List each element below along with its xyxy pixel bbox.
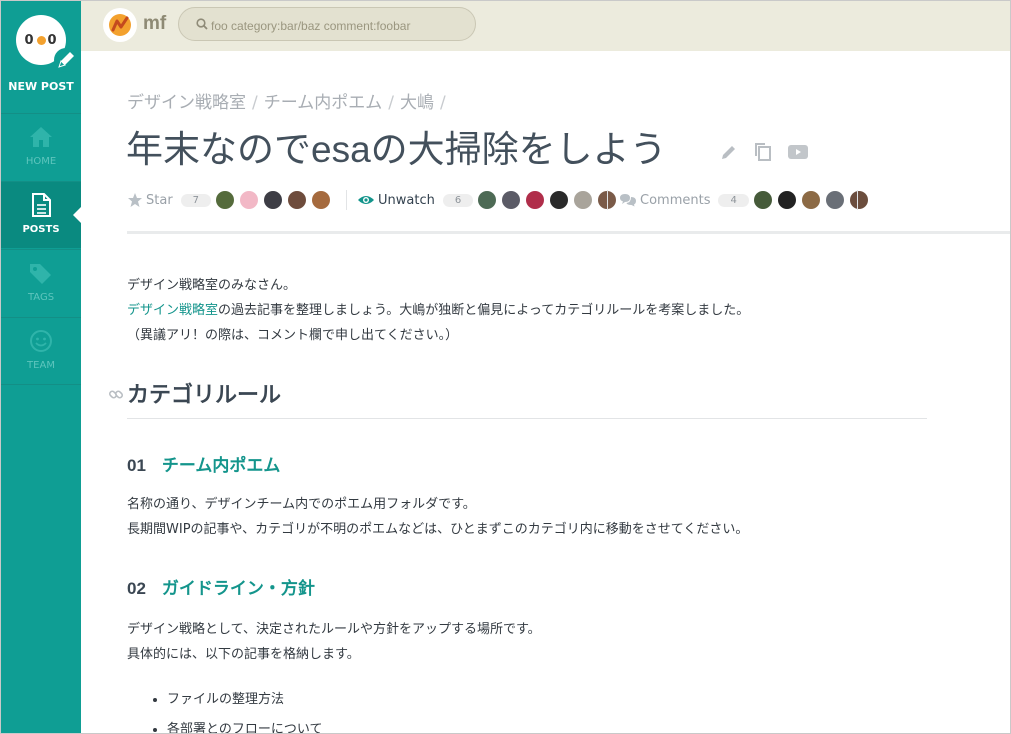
- top-bar: mf: [81, 1, 1010, 51]
- avatar[interactable]: [312, 191, 331, 209]
- post-actions: Star 7 Unwatch 6 Comments 4: [127, 189, 868, 211]
- search-input[interactable]: [209, 16, 473, 36]
- intro-line: （異議アリ！の際は、コメント欄で申し出てください。）: [127, 328, 459, 343]
- breadcrumb-separator: /: [252, 93, 258, 113]
- sidebar-item-label: POSTS: [22, 224, 60, 235]
- breadcrumb-separator: /: [388, 93, 394, 113]
- smiley-icon: [30, 330, 52, 352]
- comments-count: 4: [718, 193, 749, 207]
- avatar[interactable]: [216, 191, 235, 209]
- home-icon: [30, 127, 52, 147]
- breadcrumb: デザイン戦略室 / チーム内ポエム / 大嶋 /: [127, 88, 452, 113]
- body-line: 名称の通り、デザインチーム内でのポエム用フォルダです。: [127, 497, 476, 512]
- list-item: 各部署とのフローについて: [167, 715, 322, 733]
- subsection-number: 02: [127, 579, 146, 598]
- tags-icon: [30, 264, 51, 284]
- sidebar-item-label: HOME: [25, 156, 57, 167]
- body-line: 具体的には、以下の記事を格納します。: [127, 647, 360, 662]
- divider: [346, 190, 347, 210]
- team-logo-icon[interactable]: [103, 8, 137, 42]
- avatar[interactable]: [801, 191, 820, 209]
- list-item: ファイルの整理方法: [167, 685, 322, 715]
- heading-rule: [127, 418, 927, 419]
- avatar[interactable]: [574, 191, 593, 209]
- copy-icon[interactable]: [752, 141, 774, 163]
- star-label: Star: [146, 192, 173, 208]
- divider: [857, 190, 858, 210]
- avatar[interactable]: [849, 191, 868, 209]
- category-link[interactable]: デザイン戦略室: [127, 303, 218, 318]
- sidebar-item-home[interactable]: HOME: [1, 113, 81, 180]
- breadcrumb-item[interactable]: 大嶋: [400, 93, 434, 113]
- anchor-link-icon[interactable]: [108, 387, 124, 403]
- subsection-body: 名称の通り、デザインチーム内でのポエム用フォルダです。 長期間WIPの記事や、カ…: [127, 492, 748, 542]
- sidebar-item-tags[interactable]: TAGS: [1, 249, 81, 316]
- eye-icon: [358, 196, 374, 204]
- sidebar-item-label: TAGS: [27, 292, 55, 303]
- intro-text: の過去記事を整理しましょう。大嶋が独断と偏見によってカテゴリルールを考案しました…: [218, 303, 750, 318]
- new-post-button[interactable]: 00 NEW POST: [1, 1, 81, 113]
- avatar[interactable]: [288, 191, 307, 209]
- subsection-heading: 01 チーム内ポエム: [127, 451, 280, 476]
- avatar[interactable]: [526, 191, 545, 209]
- slideshow-icon[interactable]: [787, 142, 809, 162]
- body-line: デザイン戦略として、決定されたルールや方針をアップする場所です。: [127, 622, 541, 637]
- sidebar-item-label: TEAM: [27, 360, 55, 371]
- window: 00 NEW POST HOME POSTS TAGS TEAM mf foo …: [0, 0, 1011, 734]
- bullet-list: ファイルの整理方法 各部署とのフローについて: [149, 685, 322, 733]
- edit-pencil-icon[interactable]: [719, 142, 739, 162]
- avatar[interactable]: [825, 191, 844, 209]
- post-view: デザイン戦略室 / チーム内ポエム / 大嶋 / 年末なのでesaの大掃除をしよう Sta…: [81, 51, 1010, 733]
- team-name[interactable]: mf: [143, 13, 166, 35]
- watch-count: 6: [442, 193, 474, 207]
- sidebar: 00 NEW POST HOME POSTS TAGS TEAM: [1, 1, 82, 733]
- body-line: 長期間WIPの記事や、カテゴリが不明のポエムなどは、ひとまずこのカテゴリ内に移動…: [127, 522, 749, 537]
- breadcrumb-separator: /: [439, 93, 446, 113]
- intro-line: デザイン戦略室のみなさん。: [127, 278, 297, 293]
- page-title: 年末なのでesaの大掃除をしよう: [126, 129, 667, 170]
- subsection-heading: 02 ガイドライン・方針: [127, 574, 315, 599]
- header-divider: [127, 231, 1010, 234]
- comments-button[interactable]: Comments 4: [619, 189, 874, 211]
- star-count: 7: [180, 193, 212, 207]
- unwatch-button[interactable]: Unwatch 6: [357, 189, 622, 211]
- avatar[interactable]: [240, 191, 259, 209]
- star-button[interactable]: Star 7: [127, 189, 336, 211]
- breadcrumb-item[interactable]: デザイン戦略室: [127, 93, 246, 113]
- section-heading: カテゴリルール: [127, 382, 282, 407]
- avatar[interactable]: [777, 191, 796, 209]
- subsection-title: ガイドライン・方針: [161, 579, 315, 598]
- avatar[interactable]: [502, 191, 521, 209]
- subsection-number: 01: [127, 456, 146, 475]
- new-post-label: NEW POST: [8, 80, 74, 93]
- watch-label: Unwatch: [378, 192, 435, 208]
- comments-icon: [620, 194, 636, 207]
- subsection-title: チーム内ポエム: [161, 456, 281, 475]
- divider: [607, 190, 608, 210]
- breadcrumb-item[interactable]: チーム内ポエム: [264, 93, 383, 113]
- comments-label: Comments: [640, 192, 711, 208]
- intro-line: デザイン戦略室の過去記事を整理しましょう。大嶋が独断と偏見によってカテゴリルール…: [127, 298, 937, 323]
- avatar[interactable]: [264, 191, 283, 209]
- avatar[interactable]: [753, 191, 772, 209]
- title-actions: [719, 141, 817, 163]
- search-icon: [196, 18, 208, 30]
- search-box[interactable]: [178, 7, 476, 41]
- sidebar-item-team[interactable]: TEAM: [1, 317, 81, 385]
- post-intro: デザイン戦略室のみなさん。 デザイン戦略室の過去記事を整理しましょう。大嶋が独断…: [127, 273, 937, 348]
- pencil-icon: [54, 48, 78, 72]
- document-icon: [32, 193, 51, 217]
- subsection-body: デザイン戦略として、決定されたルールや方針をアップする場所です。 具体的には、以…: [127, 617, 541, 667]
- sidebar-item-posts[interactable]: POSTS: [1, 181, 82, 248]
- avatar[interactable]: [478, 191, 497, 209]
- star-icon: [128, 193, 142, 207]
- avatar[interactable]: [550, 191, 569, 209]
